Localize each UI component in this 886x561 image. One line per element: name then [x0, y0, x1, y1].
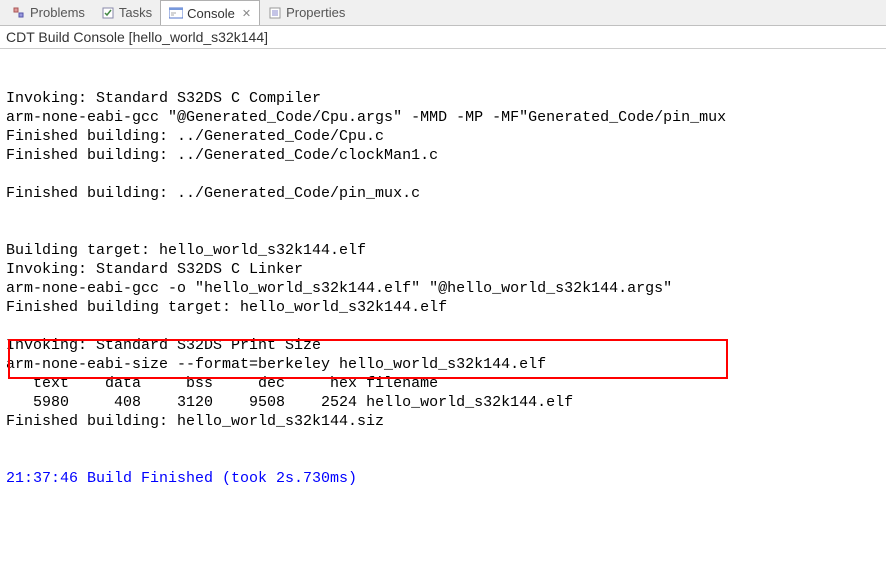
console-line [6, 222, 880, 241]
console-line: Invoking: Standard S32DS Print Size [6, 336, 880, 355]
console-line: arm-none-eabi-size --format=berkeley hel… [6, 355, 880, 374]
problems-icon [12, 6, 26, 20]
properties-icon [268, 6, 282, 20]
tab-label: Console [187, 6, 235, 21]
console-line: 21:37:46 Build Finished (took 2s.730ms) [6, 469, 880, 488]
console-line [6, 203, 880, 222]
console-line: Finished building: ../Generated_Code/clo… [6, 146, 880, 165]
tasks-icon [101, 6, 115, 20]
console-line: Finished building: ../Generated_Code/pin… [6, 184, 880, 203]
console-output[interactable]: Invoking: Standard S32DS C Compilerarm-n… [0, 49, 886, 490]
console-line [6, 317, 880, 336]
console-line: Finished building: hello_world_s32k144.s… [6, 412, 880, 431]
console-line [6, 450, 880, 469]
console-icon [169, 6, 183, 20]
tab-console[interactable]: Console ✕ [160, 0, 260, 25]
tab-problems[interactable]: Problems [4, 0, 93, 25]
console-line: arm-none-eabi-gcc "@Generated_Code/Cpu.a… [6, 108, 880, 127]
console-line [6, 431, 880, 450]
tab-label: Properties [286, 5, 345, 20]
tab-tasks[interactable]: Tasks [93, 0, 160, 25]
tab-properties[interactable]: Properties [260, 0, 353, 25]
close-icon[interactable]: ✕ [242, 7, 251, 20]
console-line: 5980 408 3120 9508 2524 hello_world_s32k… [6, 393, 880, 412]
console-line: Building target: hello_world_s32k144.elf [6, 241, 880, 260]
tab-label: Tasks [119, 5, 152, 20]
console-line: text data bss dec hex filename [6, 374, 880, 393]
tab-label: Problems [30, 5, 85, 20]
console-line: Invoking: Standard S32DS C Linker [6, 260, 880, 279]
console-subtitle: CDT Build Console [hello_world_s32k144] [0, 26, 886, 49]
view-tab-bar: Problems Tasks Console ✕ Properties [0, 0, 886, 26]
console-line: Finished building target: hello_world_s3… [6, 298, 880, 317]
console-line: Invoking: Standard S32DS C Compiler [6, 89, 880, 108]
console-line: Finished building: ../Generated_Code/Cpu… [6, 127, 880, 146]
console-line [6, 165, 880, 184]
console-line: arm-none-eabi-gcc -o "hello_world_s32k14… [6, 279, 880, 298]
